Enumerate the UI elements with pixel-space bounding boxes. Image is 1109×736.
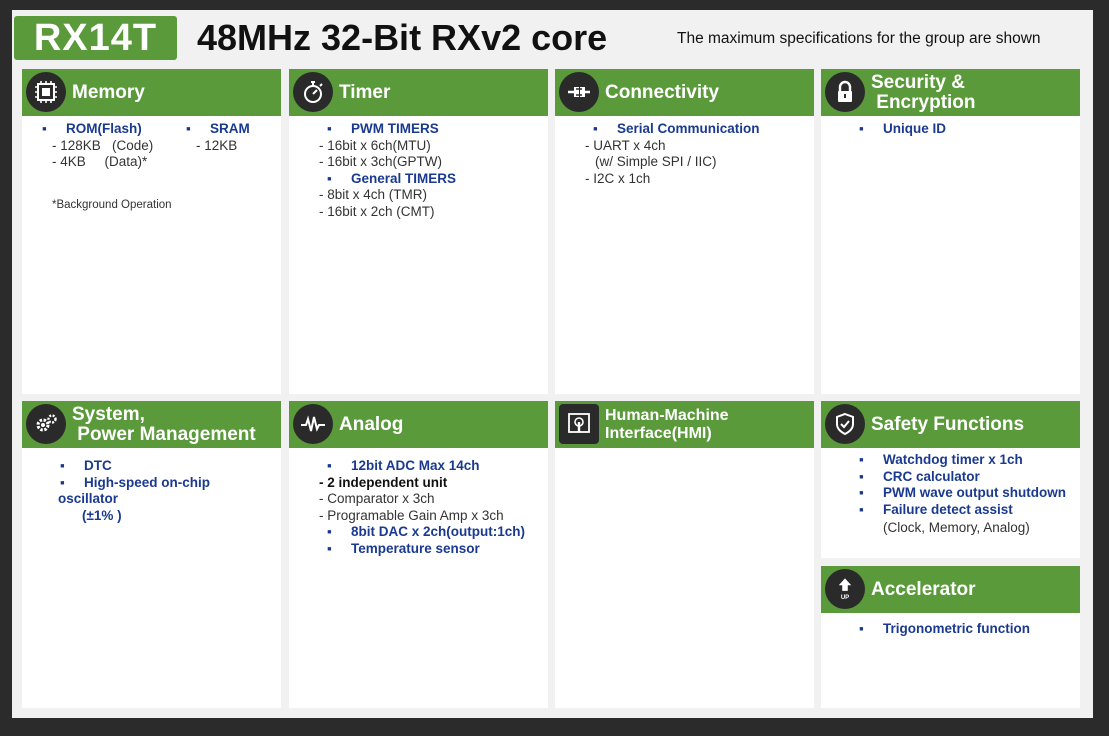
- card-header: Connectivity: [555, 69, 814, 116]
- pwm-timers: PWM TIMERS: [307, 121, 538, 138]
- i2c: - I2C x 1ch: [585, 170, 651, 186]
- shield-icon: [825, 404, 865, 444]
- waveform-icon: [293, 404, 333, 444]
- page-title: 48MHz 32-Bit RXv2 core: [197, 17, 608, 58]
- card-title: System, Power Management: [72, 403, 256, 445]
- pwm-mtu: - 16bit x 6ch(MTU): [319, 137, 431, 153]
- card-header: Memory: [22, 69, 281, 116]
- card-title: Connectivity: [605, 81, 720, 103]
- card-security: Security & Encryption Unique ID: [821, 69, 1080, 394]
- card-accelerator: UP Accelerator Trigonometric function: [821, 566, 1080, 708]
- card-connectivity: Connectivity Serial Communication - UART…: [555, 69, 814, 394]
- gen-tmr: - 8bit x 4ch (TMR): [319, 187, 428, 202]
- failure-detect: Failure detect assist: [839, 502, 1070, 519]
- dtc: DTC: [40, 458, 271, 475]
- card-safety: Safety Functions Watchdog timer x 1ch CR…: [821, 401, 1080, 558]
- card-title: Memory: [72, 81, 145, 103]
- adc: 12bit ADC Max 14ch: [307, 458, 538, 475]
- gen-cmt: - 16bit x 2ch (CMT): [319, 203, 435, 219]
- card-header: Timer: [289, 69, 548, 116]
- card-title: Analog: [339, 413, 404, 435]
- serial-communication: Serial Communication: [573, 121, 804, 138]
- card-header: System, Power Management: [22, 401, 281, 448]
- card-memory: Memory ROM(Flash) - 128KB (Code) - 4KB (…: [22, 69, 281, 394]
- card-hmi: Human-Machine Interface(HMI): [555, 401, 814, 708]
- spec-note: The maximum specifications for the group…: [677, 30, 1041, 47]
- stopwatch-icon: [293, 72, 333, 112]
- memory-chip-icon: [26, 72, 66, 112]
- plug-icon: [559, 72, 599, 112]
- sram-size: - 12KB: [196, 137, 238, 153]
- watchdog-timer: Watchdog timer x 1ch: [839, 452, 1070, 469]
- card-analog: Analog 12bit ADC Max 14ch - 2 independen…: [289, 401, 548, 708]
- on-chip-oscillator: High-speed on-chip oscillator: [40, 475, 271, 508]
- rom-data: - 4KB (Data)*: [52, 154, 148, 169]
- product-badge: RX14T: [14, 16, 177, 60]
- card-header: Security & Encryption: [821, 69, 1080, 116]
- up-arrow-icon: UP: [825, 569, 865, 609]
- card-title: Safety Functions: [871, 413, 1025, 435]
- uart-note: (w/ Simple SPI / IIC): [595, 154, 717, 169]
- pwm-shutdown: PWM wave output shutdown: [839, 485, 1070, 502]
- card-title: Timer: [339, 81, 391, 103]
- failure-detect-note: (Clock, Memory, Analog): [883, 520, 1030, 535]
- card-title: Accelerator: [871, 578, 976, 600]
- card-header: Analog: [289, 401, 548, 448]
- adc-units: - 2 independent unit: [319, 474, 448, 490]
- card-system: System, Power Management DTC High-speed …: [22, 401, 281, 708]
- card-title: Security & Encryption: [871, 71, 976, 113]
- adc-pga: - Programable Gain Amp x 3ch: [319, 507, 504, 523]
- card-header: Human-Machine Interface(HMI): [555, 401, 814, 448]
- oscillator-accuracy: (±1% ): [82, 507, 122, 523]
- footnote: *Background Operation: [52, 198, 172, 211]
- adc-comparator: - Comparator x 3ch: [319, 491, 435, 506]
- gears-icon: [26, 404, 66, 444]
- touch-screen-icon: [559, 404, 599, 444]
- rom-item: ROM(Flash): [40, 121, 184, 138]
- dac: 8bit DAC x 2ch(output:1ch): [307, 524, 538, 541]
- icon-caption: UP: [840, 595, 850, 601]
- card-header: Safety Functions: [821, 401, 1080, 448]
- rom-code: - 128KB (Code): [52, 137, 154, 153]
- card-header: UP Accelerator: [821, 566, 1080, 613]
- unique-id: Unique ID: [839, 121, 1070, 138]
- temperature-sensor: Temperature sensor: [307, 541, 538, 558]
- pwm-gptw: - 16bit x 3ch(GPTW): [319, 154, 443, 169]
- sram-item: SRAM: [184, 121, 250, 138]
- lock-icon: [825, 72, 865, 112]
- card-title: Human-Machine Interface(HMI): [605, 406, 729, 442]
- card-timer: Timer PWM TIMERS - 16bit x 6ch(MTU) - 16…: [289, 69, 548, 394]
- general-timers: General TIMERS: [307, 171, 538, 188]
- crc-calculator: CRC calculator: [839, 469, 1070, 486]
- trigonometric-function: Trigonometric function: [839, 621, 1070, 638]
- uart: - UART x 4ch: [585, 137, 666, 153]
